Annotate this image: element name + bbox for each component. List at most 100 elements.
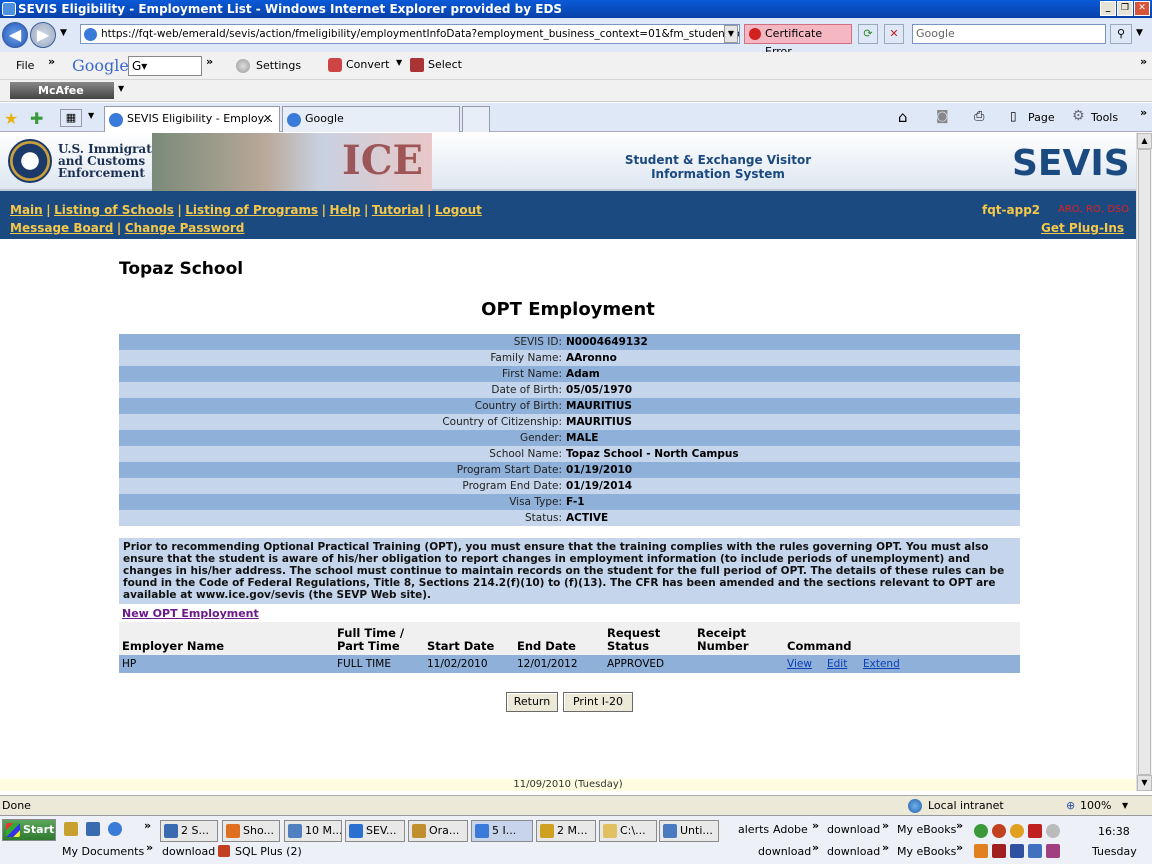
nav-message-board-link[interactable]: Message Board <box>10 221 113 235</box>
clock-time[interactable]: 16:38 <box>1098 825 1130 838</box>
mcafee-button[interactable]: McAfee <box>10 82 114 99</box>
url-dropdown-button[interactable]: ▼ <box>724 25 738 43</box>
search-options-icon[interactable]: ▼ <box>1136 28 1143 38</box>
quick-link[interactable]: My eBooks <box>897 845 956 858</box>
quick-link[interactable]: My Documents <box>62 845 144 858</box>
print-icon[interactable]: ⎙ <box>974 109 984 124</box>
tray-icon[interactable] <box>974 844 988 858</box>
tray-icon[interactable] <box>1028 844 1042 858</box>
select-menu[interactable]: Select <box>428 58 462 71</box>
quick-link[interactable]: download <box>827 845 880 858</box>
nav-tutorial-link[interactable]: Tutorial <box>372 203 424 217</box>
tab-sevis[interactable]: SEVIS Eligibility - Employ... ✕ <box>104 106 280 132</box>
chevron-right-icon[interactable]: » <box>144 819 151 832</box>
vertical-scrollbar[interactable]: ▲ ▼ <box>1136 133 1152 791</box>
nav-logout-link[interactable]: Logout <box>435 203 482 217</box>
home-icon[interactable]: ⌂ <box>898 108 908 126</box>
tab-list-dropdown-icon[interactable]: ▼ <box>88 111 94 120</box>
taskbar-item[interactable]: 10 M... <box>284 820 342 842</box>
stop-icon[interactable]: ✕ <box>884 24 904 44</box>
tray-icon[interactable] <box>1046 844 1060 858</box>
nav-schools-link[interactable]: Listing of Schools <box>54 203 174 217</box>
tray-icon[interactable] <box>1028 824 1042 838</box>
chevron-right-icon[interactable]: » <box>956 841 963 854</box>
taskbar-item[interactable]: Sho... <box>222 820 280 842</box>
taskbar-item[interactable]: C:\... <box>599 820 657 842</box>
forward-button[interactable]: ▶ <box>30 22 56 48</box>
new-tab-button[interactable] <box>462 106 490 132</box>
google-search-box[interactable]: G▾ <box>128 56 202 76</box>
chevron-down-icon[interactable]: ▼ <box>118 84 124 93</box>
taskbar-item[interactable]: SEV... <box>345 820 405 842</box>
tray-icon[interactable] <box>1010 824 1024 838</box>
minimize-button[interactable]: _ <box>1100 1 1116 16</box>
chevron-right-icon[interactable]: » <box>146 841 153 854</box>
nav-help-link[interactable]: Help <box>330 203 361 217</box>
quick-link[interactable]: Adobe <box>773 823 808 836</box>
tray-icon[interactable] <box>992 844 1006 858</box>
taskbar-item[interactable]: 5 I... <box>471 820 533 842</box>
tray-icon[interactable] <box>992 824 1006 838</box>
close-tab-icon[interactable]: ✕ <box>263 107 272 131</box>
taskbar-item[interactable]: Ora... <box>408 820 468 842</box>
taskbar-item[interactable]: Unti... <box>659 820 719 842</box>
maximize-button[interactable]: ❐ <box>1117 1 1133 16</box>
scroll-up-icon[interactable]: ▲ <box>1137 133 1152 149</box>
close-window-button[interactable]: ✕ <box>1134 1 1150 16</box>
chevron-right-icon[interactable]: » <box>882 819 889 832</box>
url-field[interactable]: https://fqt-web/emerald/sevis/action/fme… <box>80 24 740 44</box>
nav-programs-link[interactable]: Listing of Programs <box>185 203 318 217</box>
chevron-right-icon[interactable]: » <box>956 819 963 832</box>
chevron-right-icon[interactable]: » <box>206 55 213 68</box>
return-button[interactable]: Return <box>506 692 558 712</box>
extend-link[interactable]: Extend <box>863 655 900 673</box>
quick-link[interactable]: download <box>758 845 811 858</box>
nav-main-link[interactable]: Main <box>10 203 43 217</box>
feeds-icon[interactable]: ◙ <box>936 109 949 124</box>
edit-link[interactable]: Edit <box>827 655 847 673</box>
zoom-dropdown-icon[interactable]: ▼ <box>1122 797 1128 815</box>
page-menu[interactable]: Page <box>1028 111 1055 124</box>
chevron-right-icon[interactable]: » <box>1140 55 1147 68</box>
new-opt-employment-link[interactable]: New OPT Employment <box>122 607 259 620</box>
tray-icon[interactable] <box>974 824 988 838</box>
quick-link[interactable]: SQL Plus (2) <box>235 845 302 858</box>
tray-icon[interactable] <box>1010 844 1024 858</box>
taskbar-item[interactable]: 2 S... <box>160 820 218 842</box>
get-plugins-link[interactable]: Get Plug-Ins <box>1041 221 1124 235</box>
favorites-star-icon[interactable]: ★ <box>4 109 18 128</box>
quicklaunch-icon[interactable] <box>64 822 78 836</box>
back-button[interactable]: ◀ <box>2 22 28 48</box>
print-i20-button[interactable]: Print I-20 <box>563 692 633 712</box>
nav-change-password-link[interactable]: Change Password <box>125 221 245 235</box>
tray-icon[interactable] <box>1046 824 1060 838</box>
chevron-right-icon[interactable]: » <box>1140 106 1147 119</box>
file-menu[interactable]: File <box>16 59 34 72</box>
chevron-down-icon[interactable]: ▼ <box>396 58 402 67</box>
convert-menu[interactable]: Convert <box>346 58 390 71</box>
chevron-right-icon[interactable]: » <box>812 819 819 832</box>
search-input[interactable]: Google <box>912 24 1106 44</box>
search-icon[interactable]: ⚲ <box>1110 24 1132 44</box>
chevron-right-icon[interactable]: » <box>48 55 55 68</box>
settings-menu[interactable]: Settings <box>256 59 301 72</box>
history-dropdown-icon[interactable]: ▼ <box>60 28 67 38</box>
chevron-right-icon[interactable]: » <box>882 841 889 854</box>
certificate-error-button[interactable]: Certificate Error <box>744 24 852 58</box>
view-link[interactable]: View <box>787 655 812 673</box>
scroll-down-icon[interactable]: ▼ <box>1137 775 1152 791</box>
scroll-thumb[interactable] <box>1138 149 1151 775</box>
quick-link[interactable]: alerts <box>738 823 769 836</box>
add-favorites-icon[interactable]: ✚ <box>30 109 43 128</box>
quicklaunch-icon[interactable] <box>86 822 100 836</box>
quick-link[interactable]: download <box>827 823 880 836</box>
tools-menu[interactable]: Tools <box>1091 111 1118 124</box>
quick-link[interactable]: My eBooks <box>897 823 956 836</box>
quick-tabs-icon[interactable]: ▦ <box>60 109 82 127</box>
tab-google[interactable]: Google <box>282 106 460 132</box>
start-button[interactable]: Start <box>2 819 56 841</box>
chevron-right-icon[interactable]: » <box>812 841 819 854</box>
refresh-icon[interactable]: ⟳ <box>858 24 878 44</box>
zoom-level[interactable]: 100% <box>1080 797 1111 815</box>
taskbar-item[interactable]: 2 M... <box>536 820 596 842</box>
